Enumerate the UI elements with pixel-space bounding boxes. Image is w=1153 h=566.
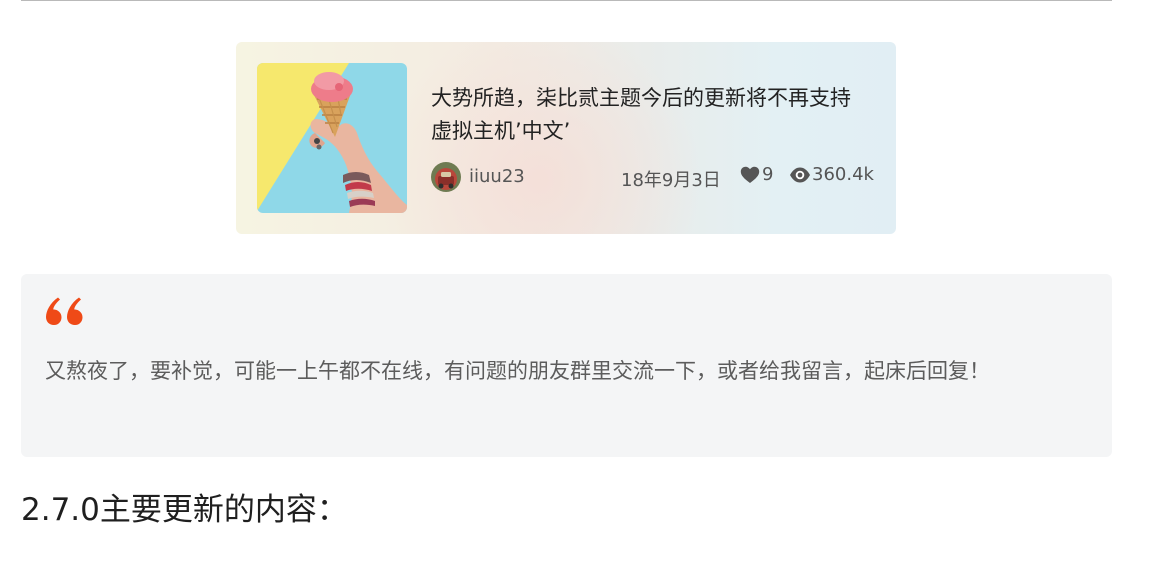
quote-text: 又熬夜了，要补觉，可能一上午都不在线，有问题的朋友群里交流一下，或者给我留言，起… xyxy=(45,359,990,383)
avatar-image xyxy=(431,162,461,192)
author-avatar[interactable] xyxy=(431,162,461,192)
article-thumbnail[interactable] xyxy=(257,63,407,213)
divider xyxy=(21,0,1112,1)
ice-cream-image xyxy=(257,63,407,213)
views-count: 360.4k xyxy=(789,164,874,185)
section-heading: 2.7.0主要更新的内容： xyxy=(21,492,348,528)
article-title[interactable]: 大势所趋，柒比贰主题今后的更新将不再支持虚拟主机’中文’ xyxy=(431,82,851,148)
article-meta: iiuu23 18年9月3日 9 360.4k xyxy=(431,162,877,194)
quote-icon xyxy=(46,297,83,325)
likes-value: 9 xyxy=(762,164,774,185)
notice-quote: 又熬夜了，要补觉，可能一上午都不在线，有问题的朋友群里交流一下，或者给我留言，起… xyxy=(21,274,1112,457)
heart-icon xyxy=(740,166,760,183)
author-name[interactable]: iiuu23 xyxy=(469,166,525,187)
eye-icon xyxy=(790,167,810,182)
page: 大势所趋，柒比贰主题今后的更新将不再支持虚拟主机’中文’ iiuu23 18年9… xyxy=(0,0,1153,566)
views-value: 360.4k xyxy=(812,164,874,185)
related-article-card[interactable]: 大势所趋，柒比贰主题今后的更新将不再支持虚拟主机’中文’ iiuu23 18年9… xyxy=(236,42,896,234)
publish-date: 18年9月3日 xyxy=(621,170,721,191)
likes-count: 9 xyxy=(740,164,773,185)
